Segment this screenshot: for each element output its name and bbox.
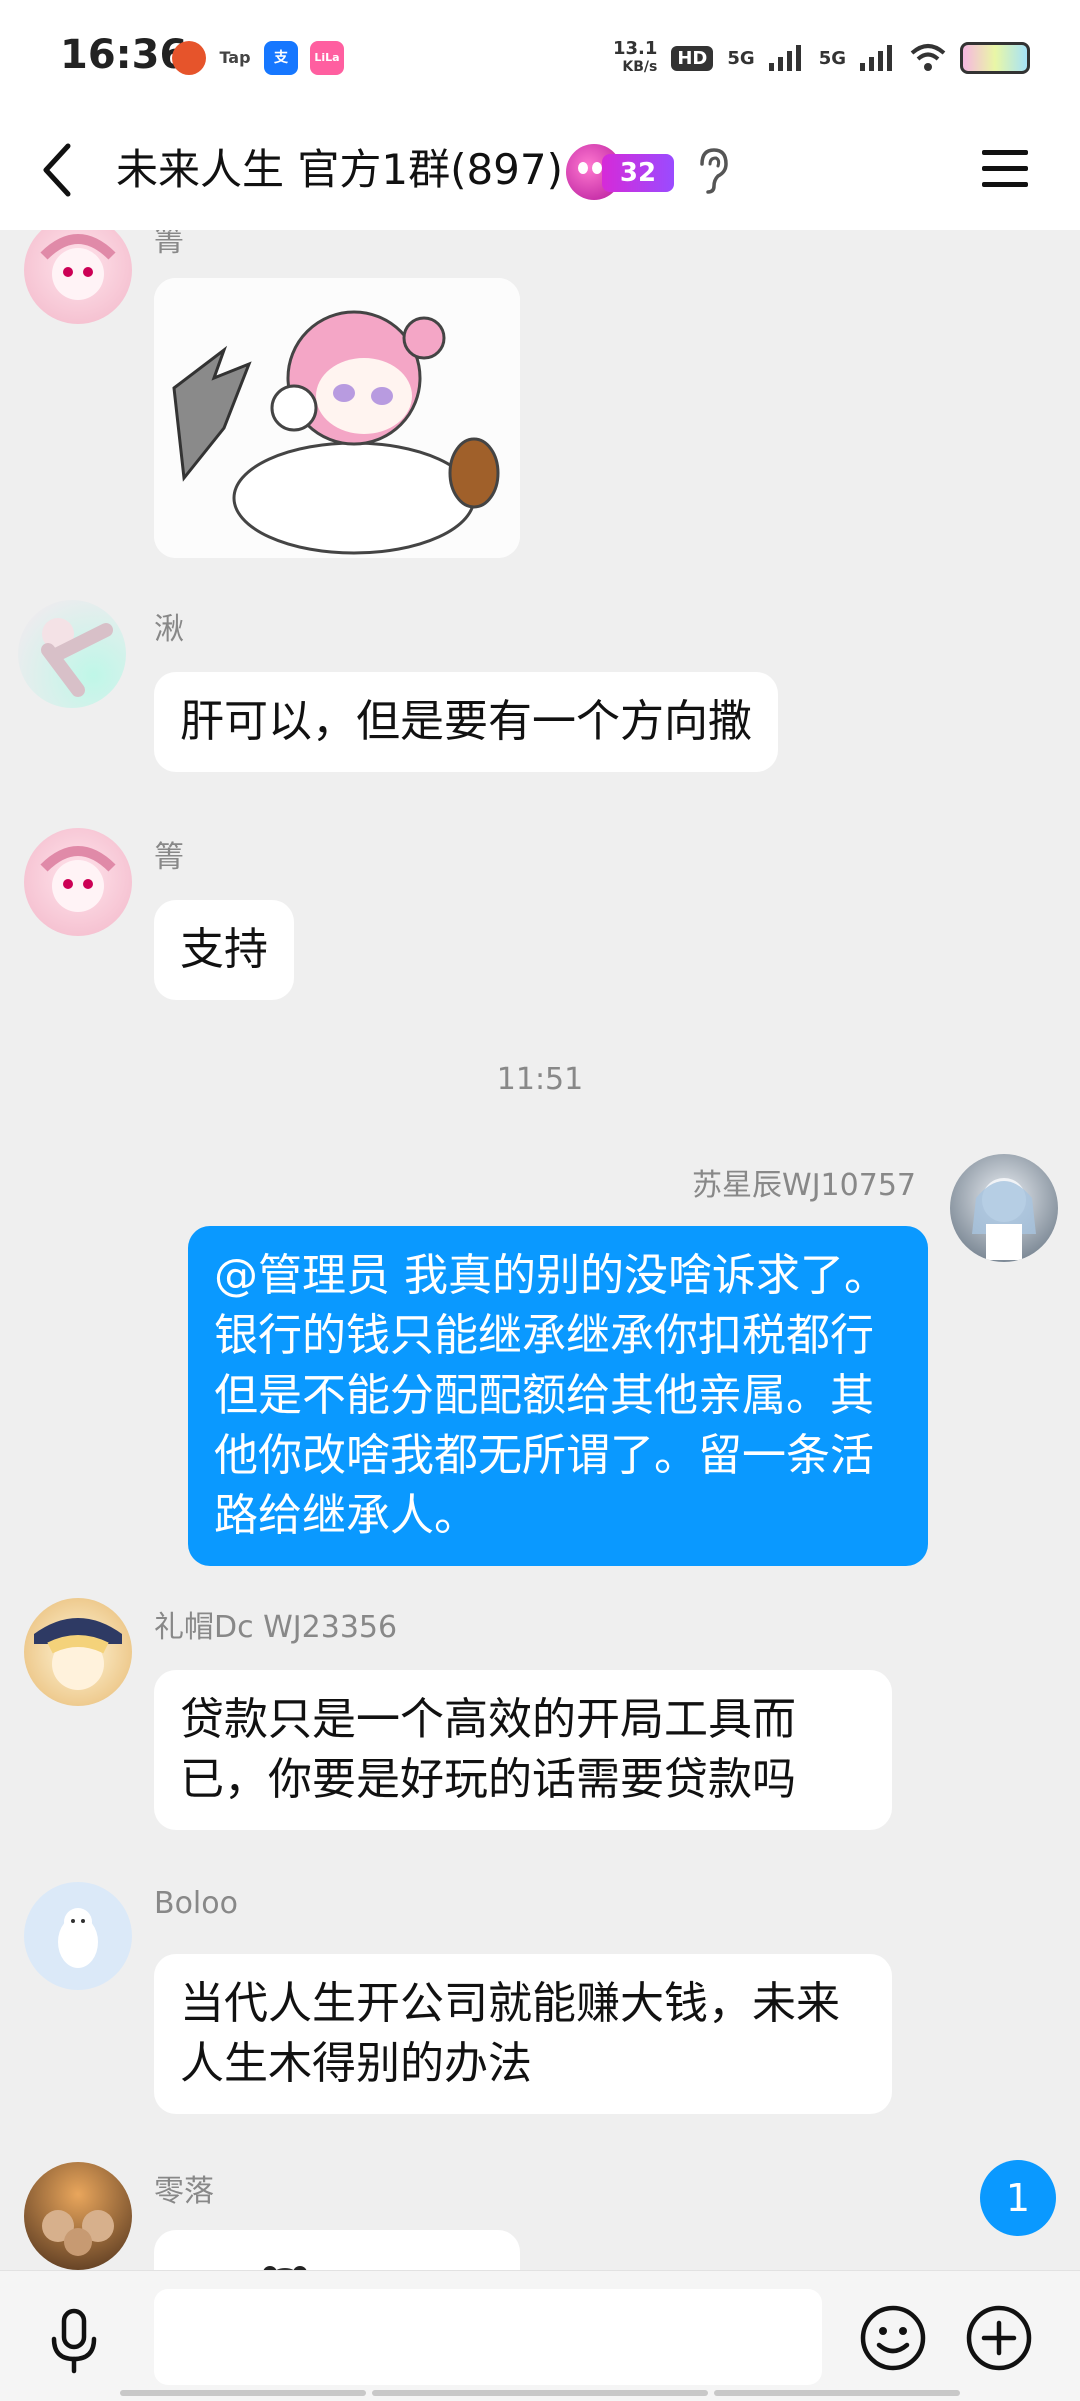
status-bar: 16:36 Tap 支 LiLa 13.1 KB/s HD 5G 5G xyxy=(0,0,1080,110)
sender-name: 零落 xyxy=(154,2174,214,2209)
tap-app-icon: Tap xyxy=(219,48,251,67)
avatar[interactable] xyxy=(950,1154,1058,1262)
chat-header: 未来人生 官方1群(897) 32 xyxy=(0,110,1080,230)
status-indicators: 13.1 KB/s HD 5G 5G xyxy=(613,36,1030,80)
wifi-icon xyxy=(910,44,946,71)
hd-badge: HD xyxy=(671,45,714,71)
avatar[interactable] xyxy=(24,828,132,936)
avatar[interactable] xyxy=(24,230,132,324)
avatar[interactable] xyxy=(24,2162,132,2270)
plus-icon[interactable] xyxy=(964,2303,1034,2373)
message-timestamp: 11:51 xyxy=(496,1062,584,1097)
sender-name: 箐 xyxy=(154,840,184,875)
sender-name: 箐 xyxy=(154,230,184,259)
message-bubble[interactable]: 当代人生开公司就能赚大钱，未来人生木得别的办法 xyxy=(154,1954,892,2114)
home-indicator-segment xyxy=(120,2390,366,2396)
avatar-dancing-figure-icon xyxy=(41,618,113,697)
avatar-blue-hair-girl-icon xyxy=(972,1178,1036,1260)
panda-meme-icon xyxy=(263,2265,307,2270)
signal-5g-2: 5G xyxy=(818,47,846,69)
avatar[interactable] xyxy=(24,1598,132,1706)
message-bubble[interactable]: 肝可以，但是要有一个方向撒 xyxy=(154,672,778,772)
avatar-anime-girl-icon xyxy=(40,234,116,300)
avatar-white-dog-icon xyxy=(58,1908,98,1968)
status-app-icons: Tap 支 LiLa xyxy=(172,38,344,78)
alipay-app-icon: 支 xyxy=(264,41,298,75)
mascot-eye-left xyxy=(578,162,588,174)
emoji-icon[interactable] xyxy=(858,2303,928,2373)
input-bar xyxy=(0,2270,1080,2401)
notification-app-icon xyxy=(172,41,206,75)
battery-icon xyxy=(960,42,1030,74)
net-speed-unit: KB/s xyxy=(622,59,658,75)
back-arrow-icon[interactable] xyxy=(38,140,78,200)
message-bubble-mine[interactable]: @管理员 我真的别的没啥诉求了。银行的钱只能继承继承你扣税都行但是不能分配配额给… xyxy=(188,1226,928,1566)
avatar-hat-girl-icon xyxy=(34,1618,122,1690)
net-speed: 13.1 KB/s xyxy=(613,40,657,76)
message-bubble[interactable]: 支持 xyxy=(154,900,294,1000)
message-bubble[interactable]: 。。。 xyxy=(154,2230,520,2270)
home-indicator-segment xyxy=(372,2390,708,2396)
sender-name: 礼帽Dc WJ23356 xyxy=(154,1610,398,1645)
message-bubble[interactable]: 贷款只是一个高效的开局工具而已，你要是好玩的话需要贷款吗 xyxy=(154,1670,892,1830)
status-time: 16:36 xyxy=(60,32,188,78)
signal-bars-icon-2 xyxy=(860,45,892,71)
sticker-image[interactable] xyxy=(154,278,520,558)
unread-count-badge[interactable]: 1 xyxy=(980,2160,1056,2236)
message-input[interactable] xyxy=(154,2289,822,2385)
mascot-eye-right xyxy=(592,162,602,174)
signal-5g-1: 5G xyxy=(727,47,755,69)
message-text: 。。。 xyxy=(180,2262,240,2270)
avatar[interactable] xyxy=(24,1882,132,1990)
signal-bars-icon xyxy=(768,45,801,71)
avatar-cats-icon xyxy=(42,2210,114,2256)
group-title[interactable]: 未来人生 官方1群(897) xyxy=(116,134,563,206)
ear-icon[interactable] xyxy=(692,146,732,196)
badge-count: 32 xyxy=(602,154,674,192)
sender-name: 苏星辰WJ10757 xyxy=(692,1168,916,1203)
group-level-badge[interactable]: 32 xyxy=(566,138,676,200)
net-speed-value: 13.1 xyxy=(612,38,658,59)
message-list[interactable]: 箐 湫 肝可以，但是要有一个方向撒 箐 支持 11:51 苏星辰WJ10757 … xyxy=(0,230,1080,2270)
avatar[interactable] xyxy=(18,600,126,708)
lila-app-icon: LiLa xyxy=(310,41,344,75)
menu-icon[interactable] xyxy=(978,142,1032,196)
avatar-anime-girl-icon xyxy=(40,846,116,912)
microphone-icon[interactable] xyxy=(44,2307,104,2377)
home-indicator-segment xyxy=(714,2390,960,2396)
sender-name: 湫 xyxy=(154,612,184,647)
sender-name: Boloo xyxy=(154,1886,238,1921)
sticker-anime-girl-icon xyxy=(154,278,520,558)
